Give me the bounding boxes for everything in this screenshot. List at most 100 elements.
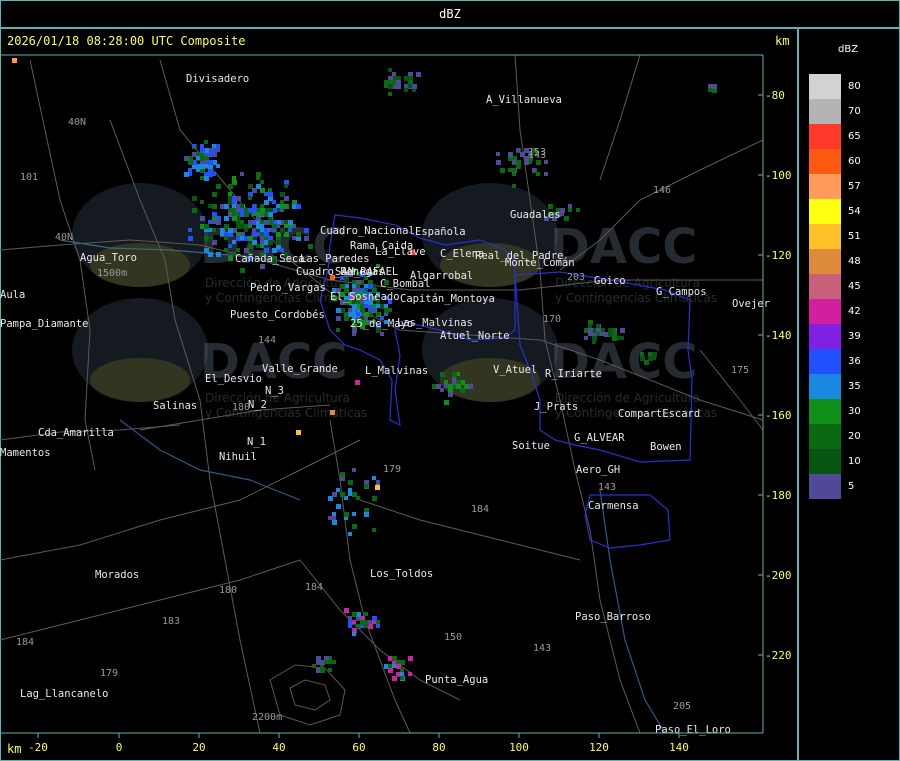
elevation-label: 1500m bbox=[97, 268, 127, 279]
route-number: 40N bbox=[68, 117, 86, 128]
echo-pixel bbox=[208, 160, 213, 165]
echo-pixel bbox=[276, 240, 281, 245]
echo-pixel bbox=[196, 156, 200, 160]
echo-pixel bbox=[220, 232, 224, 236]
legend-title: dBZ bbox=[838, 44, 859, 55]
echo-pixel bbox=[204, 224, 209, 229]
echo-pixel bbox=[448, 392, 453, 397]
x-tick-label: -20 bbox=[28, 741, 48, 754]
echo-pixel bbox=[240, 220, 244, 224]
x-tick-label: 120 bbox=[589, 741, 609, 754]
echo-pixel bbox=[280, 200, 284, 204]
echo-pixel bbox=[280, 192, 285, 197]
place-label: Agua_Toro bbox=[80, 252, 137, 264]
legend-swatch-51 bbox=[809, 224, 841, 249]
route-number: 179 bbox=[100, 668, 118, 679]
echo-pixel bbox=[228, 208, 232, 212]
echo-pixel bbox=[252, 188, 257, 193]
echo-pixel bbox=[216, 252, 221, 257]
legend-label-20: 20 bbox=[848, 431, 861, 442]
x-tick-label: 0 bbox=[116, 741, 123, 754]
echo-pixel bbox=[444, 400, 449, 405]
echo-pixel bbox=[232, 176, 236, 180]
legend-label-30: 30 bbox=[848, 406, 861, 417]
echo-pixel bbox=[596, 332, 600, 336]
echo-pixel bbox=[304, 228, 309, 233]
place-label: Mamentos bbox=[0, 447, 51, 459]
echo-pixel bbox=[416, 72, 421, 77]
legend-label-39: 39 bbox=[848, 331, 861, 342]
x-tick-label: 80 bbox=[432, 741, 445, 754]
echo-pixel bbox=[564, 216, 569, 221]
echo-pixel bbox=[256, 232, 260, 236]
route-number: 170 bbox=[543, 314, 561, 325]
echo-pixel bbox=[204, 248, 209, 253]
place-label: Cda_Amarilla bbox=[38, 427, 114, 439]
legend-swatch-39 bbox=[809, 324, 841, 349]
place-label: Algarrobal bbox=[410, 270, 473, 282]
echo-pixel bbox=[388, 668, 393, 673]
echo-pixel bbox=[376, 304, 380, 308]
echo-pixel bbox=[444, 380, 448, 384]
echo-pixel bbox=[224, 248, 228, 252]
echo-pixel bbox=[324, 660, 328, 664]
route-number: 40N bbox=[55, 232, 73, 243]
route-number: 144 bbox=[258, 335, 276, 346]
echo-pixel bbox=[372, 496, 377, 501]
echo-pixel bbox=[200, 148, 205, 153]
echo-pixel bbox=[332, 520, 337, 525]
river-line bbox=[119, 419, 301, 501]
place-label: Paso_Barroso bbox=[575, 611, 651, 623]
place-label: Aula bbox=[0, 289, 25, 301]
echo-pixel bbox=[468, 384, 473, 389]
echo-pixel bbox=[328, 516, 332, 520]
echo-pixel bbox=[352, 332, 356, 336]
echo-pixel bbox=[596, 324, 600, 328]
echo-pixel bbox=[212, 204, 217, 209]
echo-pixel bbox=[612, 336, 617, 341]
y-tick-label: -160 bbox=[765, 409, 792, 422]
echo-pixel bbox=[256, 172, 261, 177]
echo-pixel bbox=[592, 340, 596, 344]
echo-pixel bbox=[268, 192, 273, 197]
echo-pixel bbox=[352, 492, 357, 497]
echo-pixel bbox=[292, 236, 296, 240]
legend-swatch-10 bbox=[809, 449, 841, 474]
echo-pixel bbox=[640, 356, 645, 361]
place-label: R_Iriarte bbox=[545, 368, 602, 380]
place-label: Lag_Llancanelo bbox=[20, 688, 109, 700]
echo-pixel bbox=[200, 156, 205, 161]
echo-pixel bbox=[388, 664, 392, 668]
echo-pixel bbox=[228, 184, 233, 189]
echo-pixel bbox=[216, 220, 221, 225]
legend-swatch-80 bbox=[809, 74, 841, 99]
echo-pixel bbox=[260, 180, 264, 184]
echo-pixel bbox=[268, 240, 273, 245]
echo-pixel bbox=[296, 232, 301, 237]
echo-pixel bbox=[316, 660, 320, 664]
echo-pixel bbox=[200, 144, 204, 148]
y-tick-label: -220 bbox=[765, 649, 792, 662]
echo-pixel bbox=[244, 208, 248, 212]
echo-pixel bbox=[400, 672, 404, 676]
place-label: Valle_Grande bbox=[262, 363, 338, 375]
place-label: SAN_RAFAEL bbox=[335, 266, 398, 278]
place-label: Ovejer bbox=[732, 298, 770, 310]
place-label: Capitán_Montoya bbox=[400, 293, 495, 305]
echo-pixel bbox=[588, 324, 592, 328]
place-label: Nihuil bbox=[219, 451, 257, 463]
route-number: 183 bbox=[162, 616, 180, 627]
echo-pixel bbox=[196, 168, 200, 172]
echo-pixel bbox=[516, 148, 520, 152]
echo-pixel bbox=[330, 410, 335, 415]
echo-pixel bbox=[236, 208, 240, 212]
place-label: Monte_Comán bbox=[505, 257, 575, 269]
echo-pixel bbox=[280, 248, 284, 252]
place-label: Puesto_Cordobés bbox=[230, 309, 325, 321]
place-label: Carmensa bbox=[588, 500, 639, 512]
place-label: CompartEscard bbox=[618, 408, 700, 420]
echo-pixel bbox=[372, 476, 376, 480]
echo-pixel bbox=[236, 248, 240, 252]
legend-label-70: 70 bbox=[848, 106, 861, 117]
echo-pixel bbox=[392, 72, 396, 76]
